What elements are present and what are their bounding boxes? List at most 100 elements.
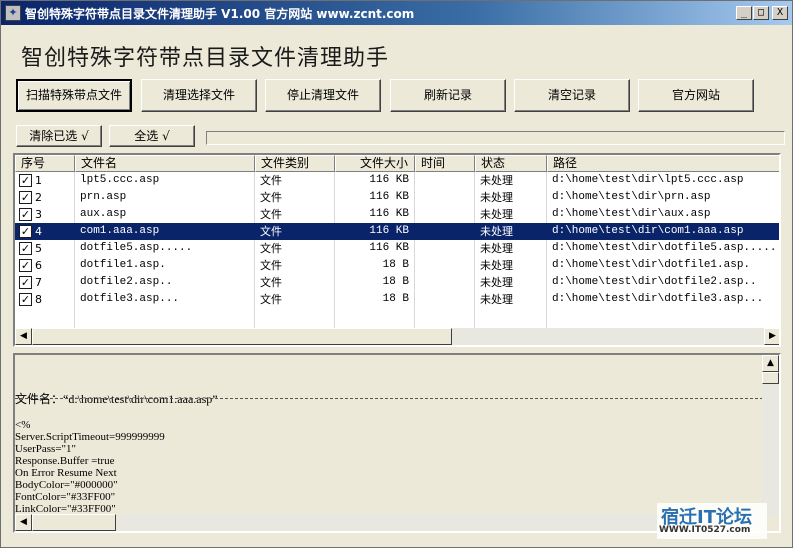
stop-clean-button[interactable]: 停止清理文件 (265, 79, 381, 112)
minimize-button[interactable]: _ (736, 6, 752, 20)
table-row[interactable]: ✓ 3 aux.asp 文件 116 KB 未处理 d:\home\test\dir\aux… (15, 206, 779, 223)
select-all-button[interactable]: 全选 √ (109, 125, 195, 147)
official-site-button[interactable]: 官方网站 (638, 79, 754, 112)
row-time (415, 257, 475, 274)
row-path: d:\home\test\dir\prn.asp (552, 191, 711, 203)
row-size: 116 KB (369, 191, 409, 203)
row-status: 未处理 (480, 259, 513, 272)
clear-selected-button[interactable]: 清除已选 √ (16, 125, 102, 147)
row-path: d:\home\test\dir\com1.aaa.asp (552, 225, 744, 237)
separator (15, 398, 763, 399)
row-path: d:\home\test\dir\aux.asp (552, 208, 711, 220)
watermark-url: WWW.IT0527.com (659, 525, 751, 535)
title-bar[interactable]: ✦ 智创特殊字符带点目录文件清理助手 V1.00 官方网站 www.zcnt.c… (1, 1, 792, 25)
row-index: 5 (35, 242, 42, 255)
scan-button[interactable]: 扫描特殊带点文件 (16, 79, 132, 112)
scroll-thumb[interactable] (762, 372, 779, 384)
row-checkbox[interactable]: ✓ (19, 293, 32, 306)
scroll-up-icon[interactable]: ▲ (762, 355, 779, 372)
table-row[interactable]: ✓ 4 com1.aaa.asp 文件 116 KB 未处理 d:\home\test\di… (15, 223, 779, 240)
scroll-left-icon[interactable]: ◀ (15, 514, 32, 531)
code-line: Server.ScriptTimeout=999999999 (15, 431, 165, 443)
row-name: aux.asp (80, 208, 127, 220)
progress-bar (206, 131, 785, 145)
row-index: 3 (35, 208, 42, 221)
row-status: 未处理 (480, 174, 513, 187)
row-size: 116 KB (369, 225, 409, 237)
table-row[interactable]: ✓ 7 dotfile2.asp.. 文件 18 B 未处理 d:\home\test\di… (15, 274, 779, 291)
row-type: 文件 (260, 208, 282, 221)
window-controls: _ □ X (736, 6, 788, 20)
row-status: 未处理 (480, 242, 513, 255)
code-line: <% (15, 419, 31, 431)
row-status: 未处理 (480, 276, 513, 289)
row-type: 文件 (260, 276, 282, 289)
file-list[interactable]: 序号 文件名 文件类别 文件大小 时间 状态 路径 ✓ 1 lpt5.ccc.asp… (13, 153, 781, 347)
scroll-thumb[interactable] (32, 328, 452, 345)
row-index: 6 (35, 259, 42, 272)
close-button[interactable]: X (772, 6, 788, 20)
preview-filename: 文件名：“d:\home\test\dir\com1.aaa.asp” (15, 392, 218, 406)
list-horizontal-scrollbar[interactable]: ◀ ▶ (15, 328, 779, 345)
list-header: 序号 文件名 文件类别 文件大小 时间 状态 路径 (15, 155, 779, 172)
column-header-status[interactable]: 状态 (475, 155, 547, 172)
column-header-type[interactable]: 文件类别 (255, 155, 335, 172)
row-name: dotfile2.asp.. (80, 276, 173, 288)
row-name: lpt5.ccc.asp (80, 174, 160, 186)
column-header-path[interactable]: 路径 (547, 155, 779, 172)
scroll-thumb[interactable] (32, 514, 116, 531)
preview-horizontal-scrollbar[interactable]: ◀ (15, 514, 763, 531)
app-icon: ✦ (5, 5, 21, 21)
table-row[interactable]: ✓ 8 dotfile3.asp... 文件 18 B 未处理 d:\home\test\d… (15, 291, 779, 308)
table-row[interactable]: ✓ 2 prn.asp 文件 116 KB 未处理 d:\home\test\dir\prn… (15, 189, 779, 206)
row-path: d:\home\test\dir\dotfile2.asp.. (552, 276, 757, 288)
table-row[interactable]: ✓ 6 dotfile1.asp. 文件 18 B 未处理 d:\home\test\dir… (15, 257, 779, 274)
row-index: 7 (35, 276, 42, 289)
row-path: d:\home\test\dir\dotfile1.asp. (552, 259, 751, 271)
row-checkbox[interactable]: ✓ (19, 191, 32, 204)
main-window: ✦ 智创特殊字符带点目录文件清理助手 V1.00 官方网站 www.zcnt.c… (0, 0, 793, 548)
row-type: 文件 (260, 259, 282, 272)
row-checkbox[interactable]: ✓ (19, 242, 32, 255)
code-lines: <% Server.ScriptTimeout=999999999 UserPass… (15, 419, 165, 515)
row-size: 116 KB (369, 242, 409, 254)
row-checkbox[interactable]: ✓ (19, 208, 32, 221)
maximize-button[interactable]: □ (753, 6, 769, 20)
row-index: 1 (35, 174, 42, 187)
row-size: 116 KB (369, 208, 409, 220)
code-line: UserPass="1" (15, 443, 77, 455)
scroll-right-icon[interactable]: ▶ (764, 328, 779, 345)
row-checkbox[interactable]: ✓ (19, 174, 32, 187)
column-header-index[interactable]: 序号 (15, 155, 75, 172)
row-status: 未处理 (480, 293, 513, 306)
code-line: BodyColor="#000000" (15, 479, 118, 491)
row-checkbox[interactable]: ✓ (19, 225, 32, 238)
scroll-left-icon[interactable]: ◀ (15, 328, 32, 345)
row-time (415, 291, 475, 308)
row-time (415, 189, 475, 206)
watermark-logo: 宿迁IT论坛 WWW.IT0527.com (657, 503, 767, 539)
row-type: 文件 (260, 191, 282, 204)
column-header-time[interactable]: 时间 (415, 155, 475, 172)
row-name: prn.asp (80, 191, 127, 203)
row-path: d:\home\test\dir\lpt5.ccc.asp (552, 174, 744, 186)
row-type: 文件 (260, 225, 282, 238)
row-checkbox[interactable]: ✓ (19, 259, 32, 272)
row-status: 未处理 (480, 208, 513, 221)
row-checkbox[interactable]: ✓ (19, 276, 32, 289)
clean-selected-button[interactable]: 清理选择文件 (141, 79, 257, 112)
row-size: 18 B (382, 293, 409, 305)
preview-vertical-scrollbar[interactable]: ▲ (762, 355, 779, 517)
column-header-filename[interactable]: 文件名 (75, 155, 255, 172)
row-path: d:\home\test\dir\dotfile5.asp..... (552, 242, 777, 254)
row-type: 文件 (260, 242, 282, 255)
clear-records-button[interactable]: 清空记录 (514, 79, 630, 112)
refresh-button[interactable]: 刷新记录 (390, 79, 506, 112)
table-row[interactable]: ✓ 5 dotfile5.asp..... 文件 116 KB 未处理 d:\home\te… (15, 240, 779, 257)
app-heading: 智创特殊字符带点目录文件清理助手 (21, 46, 390, 71)
row-name: dotfile3.asp... (80, 293, 180, 305)
row-time (415, 172, 475, 189)
row-time (415, 240, 475, 257)
table-row[interactable]: ✓ 1 lpt5.ccc.asp 文件 116 KB 未处理 d:\home\test\di… (15, 172, 779, 189)
column-header-size[interactable]: 文件大小 (335, 155, 415, 172)
